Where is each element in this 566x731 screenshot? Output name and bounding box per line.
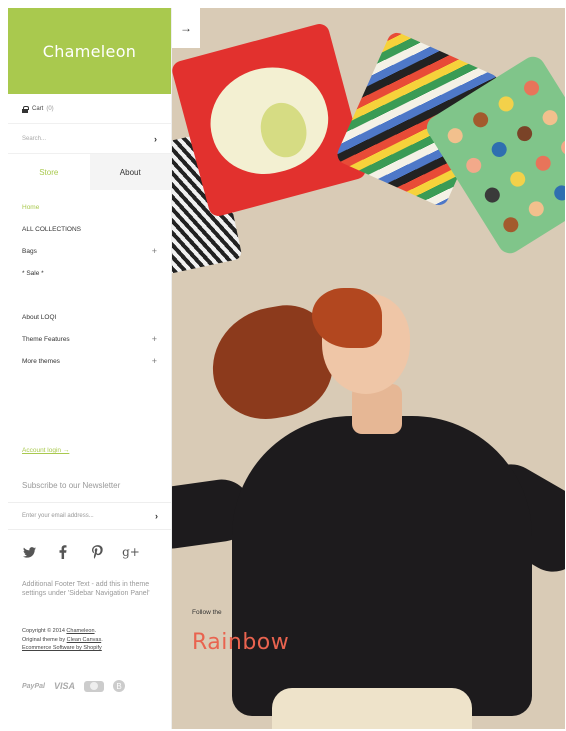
payment-icons: PayPal VISA B xyxy=(22,680,125,692)
face-dot xyxy=(539,107,561,129)
nav-item-home[interactable]: Home xyxy=(22,196,157,218)
twitter-icon[interactable] xyxy=(22,545,36,559)
newsletter-form: Enter your email address... › xyxy=(8,502,172,530)
face-dot xyxy=(481,184,503,206)
face-dot xyxy=(463,155,485,176)
face-dot xyxy=(558,137,565,158)
cart-count: (0) xyxy=(46,105,54,112)
facebook-icon[interactable] xyxy=(56,545,70,559)
lock-icon xyxy=(22,105,29,113)
copyright-link[interactable]: Chameleon xyxy=(66,628,94,634)
nav-item-more-themes[interactable]: More themes + xyxy=(22,350,157,372)
account-login-link[interactable]: Account login → xyxy=(22,447,69,454)
face-dot xyxy=(500,214,522,236)
brand-name[interactable]: Chameleon xyxy=(43,42,136,61)
nav-item-bags[interactable]: Bags + xyxy=(22,240,157,262)
search-input[interactable]: Search... xyxy=(22,136,46,142)
tab-about[interactable]: About xyxy=(89,154,171,190)
apple-graphic xyxy=(198,54,340,187)
expand-plus-icon[interactable]: + xyxy=(152,246,157,256)
face-dot xyxy=(470,109,491,131)
nav-item-label: More themes xyxy=(22,357,60,365)
face-dot xyxy=(514,123,535,144)
tab-store[interactable]: Store xyxy=(8,154,90,190)
black-shirt xyxy=(232,416,532,716)
face-dot xyxy=(525,198,547,220)
sidebar: Chameleon Cart (0) Search... › Store Abo… xyxy=(8,8,172,729)
nav-item-label: Home xyxy=(22,203,40,211)
nav-item-theme-features[interactable]: Theme Features + xyxy=(22,328,157,350)
search-submit-icon[interactable]: › xyxy=(154,134,157,144)
newsletter-submit-icon[interactable]: › xyxy=(155,511,158,521)
nav-item-about-loqi[interactable]: About LOQI xyxy=(22,306,157,328)
mastercard-icon xyxy=(83,680,104,692)
nav-item-all-collections[interactable]: ALL COLLECTIONS xyxy=(22,218,157,240)
newsletter-title: Subscribe to our Newsletter xyxy=(22,481,121,490)
expand-plus-icon[interactable]: + xyxy=(152,334,157,344)
hero-image: → Follow the Rainbow xyxy=(172,8,565,729)
expand-plus-icon[interactable]: + xyxy=(152,356,157,366)
hero-title: Rainbow xyxy=(192,630,290,655)
page-frame: Chameleon Cart (0) Search... › Store Abo… xyxy=(8,8,565,729)
pinterest-icon[interactable] xyxy=(90,545,104,559)
nav-item-label: About LOQI xyxy=(22,313,57,321)
google-plus-icon[interactable]: g+ xyxy=(122,545,140,559)
original-prefix: Original theme by xyxy=(22,636,66,643)
face-dot xyxy=(495,93,517,115)
ecommerce-link[interactable]: Ecommerce Software by Shopify xyxy=(22,645,102,651)
face-dot xyxy=(532,152,554,174)
sidebar-nav: Home ALL COLLECTIONS Bags + * Sale * Abo… xyxy=(8,190,171,372)
social-links: g+ xyxy=(22,543,140,561)
copyright: Copyright © 2014 Chameleon. Original the… xyxy=(22,628,103,651)
brand-header[interactable]: Chameleon xyxy=(8,8,171,94)
face-dot xyxy=(551,182,565,204)
face-dot xyxy=(521,77,542,99)
bitcoin-icon: B xyxy=(112,680,125,692)
face-dot xyxy=(488,139,510,160)
visa-icon: VISA xyxy=(53,681,75,691)
nav-item-sale[interactable]: * Sale * xyxy=(22,262,157,284)
copyright-prefix: Copyright © 2014 xyxy=(22,628,65,634)
face-dot xyxy=(444,125,466,147)
face xyxy=(312,288,410,394)
footer-text: Additional Footer Text - add this in the… xyxy=(22,581,150,597)
paypal-icon: PayPal xyxy=(22,682,45,690)
nav-item-label: * Sale * xyxy=(22,269,44,277)
cart-link[interactable]: Cart (0) xyxy=(8,94,171,124)
nav-item-label: ALL COLLECTIONS xyxy=(22,225,82,233)
apple-core xyxy=(254,97,313,163)
nav-item-label: Bags xyxy=(22,247,37,255)
search-bar[interactable]: Search... › xyxy=(8,124,171,154)
pants xyxy=(272,688,472,729)
hero-subtitle: Follow the xyxy=(192,609,222,616)
arrow-right-icon[interactable]: → xyxy=(172,8,200,48)
cart-label: Cart xyxy=(32,105,44,112)
face-dot xyxy=(507,168,529,190)
email-field[interactable]: Enter your email address... xyxy=(22,513,94,519)
sidebar-tabs: Store About xyxy=(8,154,171,190)
nav-item-label: Theme Features xyxy=(22,335,70,343)
clean-canvas-link[interactable]: Clean Canvas xyxy=(67,637,102,643)
